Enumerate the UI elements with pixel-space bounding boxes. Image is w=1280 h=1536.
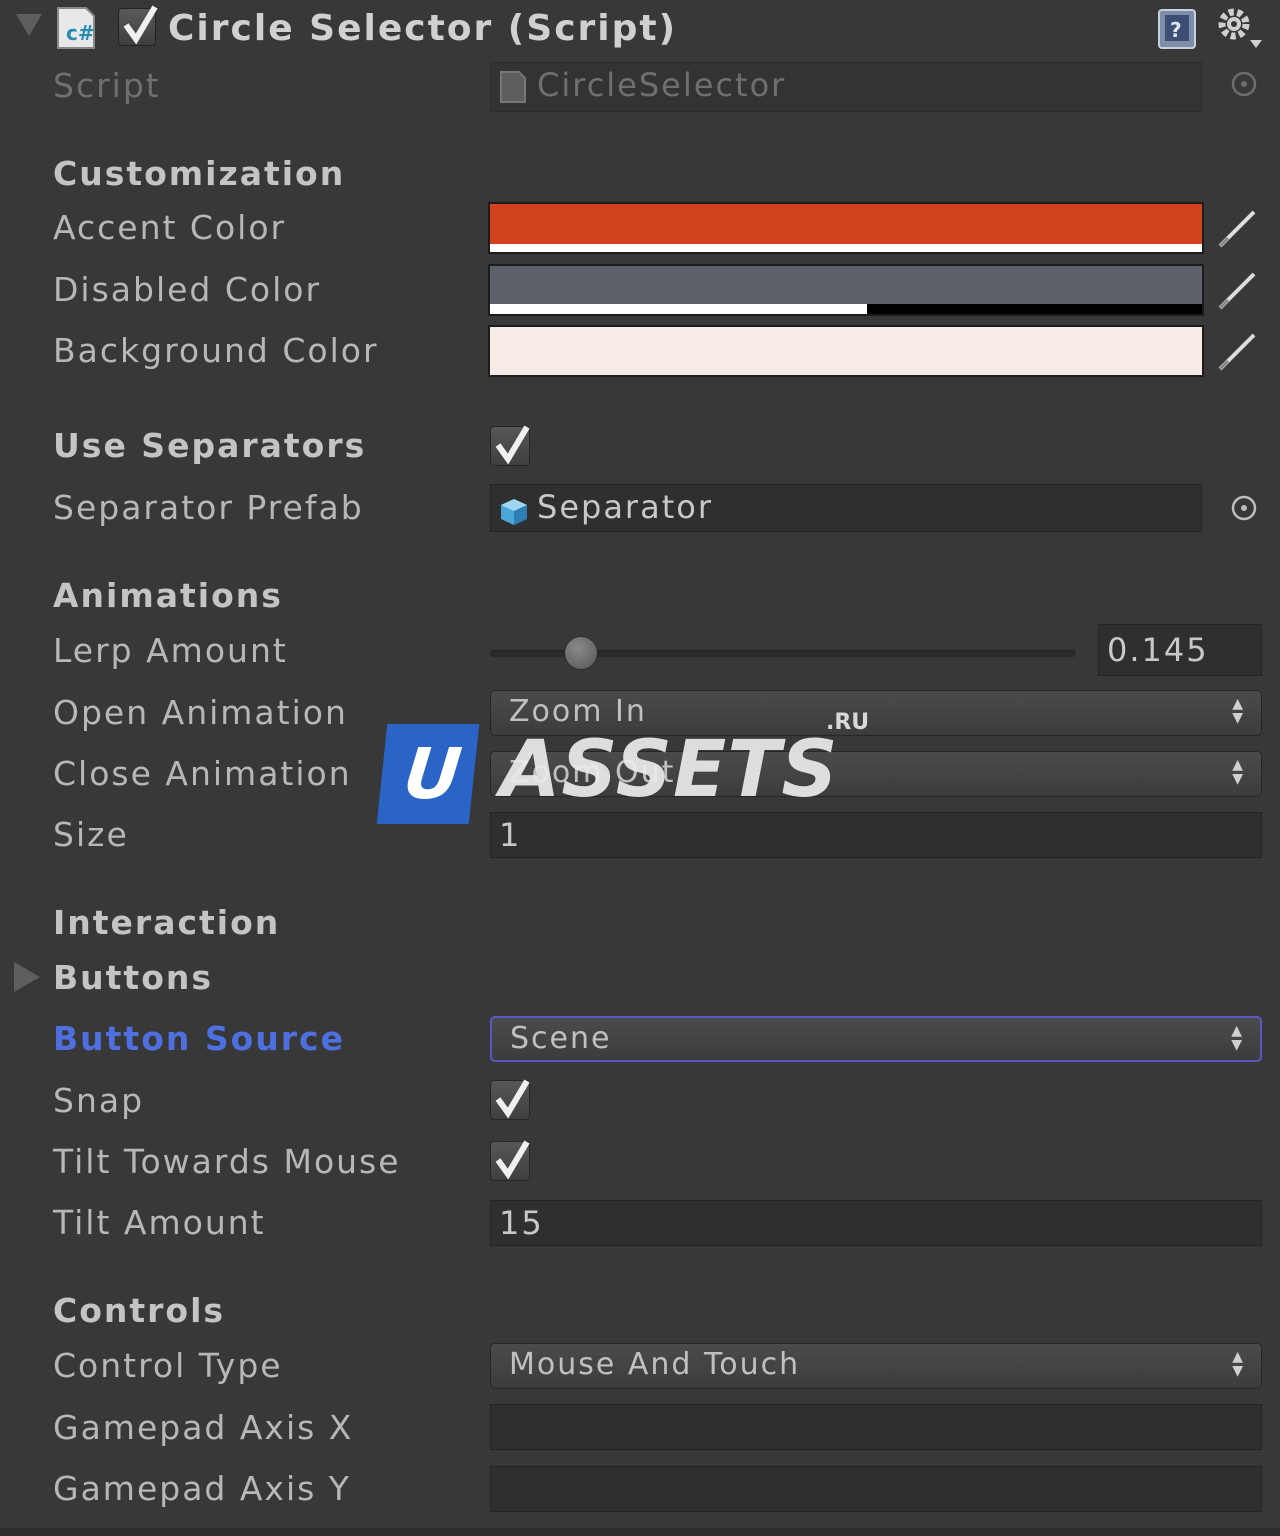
script-field-value: CircleSelector — [537, 66, 787, 104]
object-picker-icon[interactable] — [1230, 494, 1258, 522]
triangle-down-icon[interactable] — [16, 14, 42, 36]
accent-color-alpha-bar — [490, 244, 1202, 252]
gamepad-axis-x-label: Gamepad Axis X — [53, 1408, 354, 1447]
snap-checkbox[interactable] — [490, 1079, 530, 1120]
control-type-value: Mouse And Touch — [509, 1347, 801, 1382]
control-type-dropdown[interactable]: Mouse And Touch ▲ ▼ — [490, 1343, 1262, 1389]
customization-header: Customization — [53, 154, 346, 193]
control-type-label: Control Type — [53, 1346, 283, 1385]
lerp-amount-label: Lerp Amount — [53, 631, 288, 670]
component-enabled-checkbox[interactable] — [118, 5, 158, 46]
tilt-towards-mouse-label: Tilt Towards Mouse — [53, 1142, 401, 1181]
separator-prefab-value: Separator — [537, 488, 713, 526]
dropdown-arrows-icon: ▲ ▼ — [1232, 1349, 1245, 1379]
gear-icon[interactable] — [1214, 6, 1264, 52]
lerp-amount-input[interactable]: 0.145 — [1098, 624, 1262, 676]
separator-prefab-label: Separator Prefab — [53, 488, 364, 527]
csharp-script-icon: c# — [56, 6, 96, 50]
accent-color-label: Accent Color — [53, 208, 287, 247]
checkmark-icon — [495, 1140, 530, 1180]
watermark-text: ASSETS — [500, 725, 839, 815]
component-title: Circle Selector (Script) — [168, 8, 678, 49]
checkmark-icon — [123, 5, 158, 45]
tilt-towards-mouse-checkbox[interactable] — [490, 1140, 530, 1181]
help-book-icon[interactable]: ? — [1156, 8, 1198, 50]
svg-text:c#: c# — [66, 21, 95, 45]
eyedropper-icon[interactable] — [1214, 206, 1260, 252]
svg-text:?: ? — [1170, 18, 1182, 42]
accent-color-field[interactable] — [488, 202, 1204, 254]
watermark-logo-box: U — [376, 724, 480, 824]
triangle-right-icon[interactable] — [14, 962, 40, 992]
buttons-foldout[interactable]: Buttons — [53, 958, 213, 998]
checkmark-icon — [495, 425, 530, 465]
dropdown-arrows-icon: ▲ ▼ — [1232, 757, 1245, 787]
watermark-letter: U — [399, 733, 466, 815]
watermark-suffix: .RU — [826, 710, 870, 735]
gamepad-axis-y-input[interactable] — [490, 1466, 1262, 1512]
controls-header: Controls — [53, 1291, 226, 1330]
inspector-bottom-divider — [0, 1528, 1280, 1536]
dropdown-arrows-icon: ▲ ▼ — [1231, 1023, 1244, 1053]
background-color-field[interactable] — [488, 325, 1204, 377]
gamepad-axis-x-input[interactable] — [490, 1404, 1262, 1450]
checkmark-icon — [495, 1079, 530, 1119]
prefab-cube-icon — [499, 494, 529, 525]
disabled-color-label: Disabled Color — [53, 270, 322, 309]
separator-prefab-field[interactable]: Separator — [490, 484, 1202, 532]
background-color-label: Background Color — [53, 331, 379, 370]
size-label: Size — [53, 815, 129, 854]
eyedropper-icon[interactable] — [1214, 268, 1260, 314]
snap-label: Snap — [53, 1081, 145, 1120]
disabled-color-alpha-bar — [490, 304, 868, 314]
use-separators-checkbox[interactable] — [490, 425, 530, 466]
open-animation-label: Open Animation — [53, 693, 348, 732]
eyedropper-icon[interactable] — [1214, 329, 1260, 375]
button-source-dropdown[interactable]: Scene ▲ ▼ — [490, 1016, 1262, 1062]
script-file-icon — [499, 70, 527, 104]
tilt-amount-input[interactable]: 15 — [490, 1200, 1262, 1246]
interaction-header: Interaction — [53, 903, 281, 942]
size-input[interactable]: 1 — [490, 812, 1262, 858]
component-header: c# Circle Selector (Script) ? — [0, 0, 1280, 60]
animations-header: Animations — [53, 576, 283, 615]
button-source-label: Button Source — [53, 1019, 345, 1058]
gamepad-axis-y-label: Gamepad Axis Y — [53, 1469, 351, 1508]
disabled-color-field[interactable] — [488, 264, 1204, 316]
script-label: Script — [53, 66, 161, 105]
use-separators-label: Use Separators — [53, 426, 367, 465]
object-picker-icon[interactable] — [1230, 70, 1258, 98]
button-source-value: Scene — [510, 1021, 612, 1056]
close-animation-label: Close Animation — [53, 754, 352, 793]
tilt-amount-label: Tilt Amount — [53, 1203, 266, 1242]
dropdown-arrows-icon: ▲ ▼ — [1232, 696, 1245, 726]
lerp-amount-slider-thumb[interactable] — [564, 636, 598, 670]
script-field: CircleSelector — [490, 62, 1202, 112]
